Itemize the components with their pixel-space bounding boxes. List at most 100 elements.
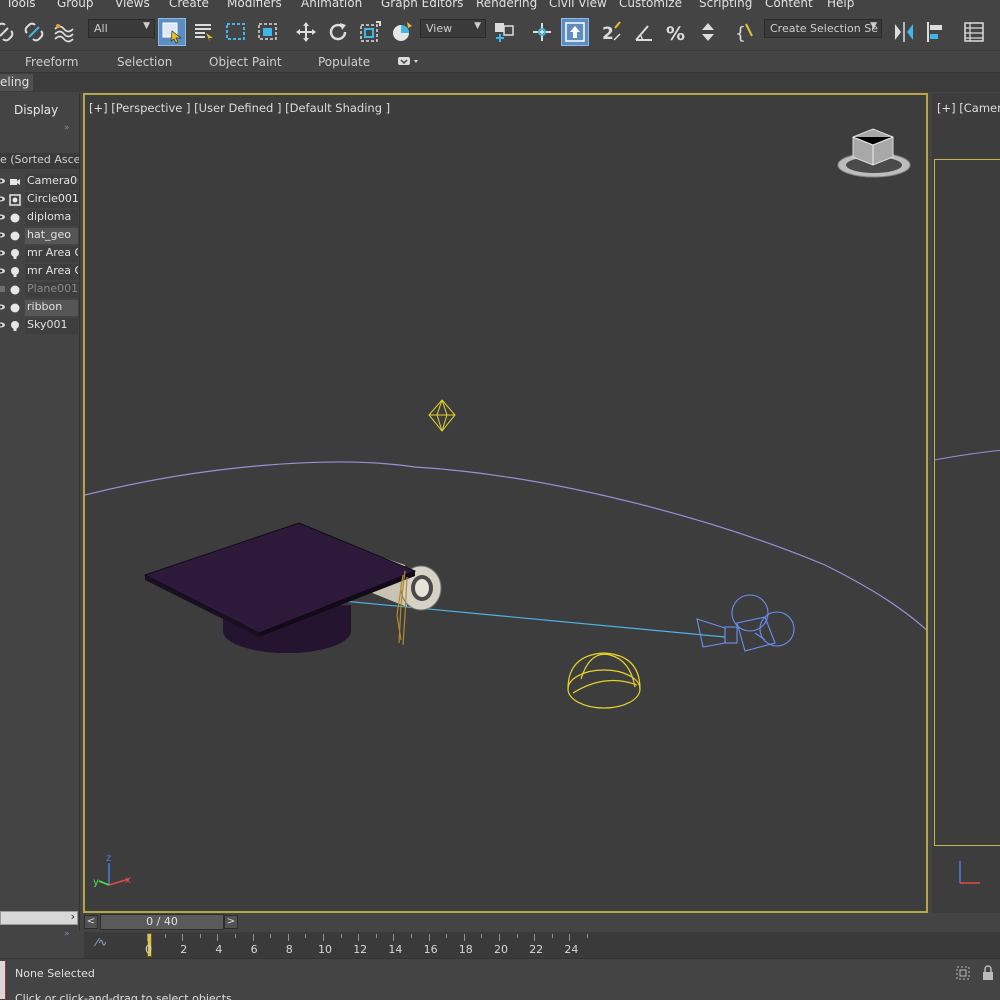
select-place-icon[interactable] [388,18,416,46]
geometry-icon [10,213,20,223]
camera-viewport[interactable]: [+] [Camera [932,93,1000,913]
spinner-snap-icon[interactable] [694,18,722,46]
ribbon-options-icon[interactable] [397,55,421,70]
time-prev-button[interactable]: < [84,915,98,929]
eye-icon[interactable] [0,177,5,185]
menu-content[interactable]: Content [765,0,813,10]
menu-tools[interactable]: Tools [6,0,36,10]
menu-views[interactable]: Views [115,0,150,10]
camera-viewport-scene [933,449,1000,884]
menu-scripting[interactable]: Scripting [699,0,752,10]
viewport-label[interactable]: [+] [Perspective ] [User Defined ] [Defa… [89,101,390,115]
window-crossing-icon[interactable] [254,18,282,46]
ribbon-tab-selection[interactable]: Selection [117,55,172,69]
menu-help[interactable]: Help [827,0,854,10]
ribbon-tab-populate[interactable]: Populate [318,55,370,69]
perspective-viewport[interactable]: z x y [+] [Perspective ] [User Defined ]… [83,93,928,913]
track-tick-minor [199,934,201,938]
scene-item[interactable]: mr Area O [0,263,79,281]
unlink-icon[interactable] [20,18,48,46]
expand-chevron-icon[interactable]: » [64,123,70,133]
reference-coordinate-select[interactable]: View ▼ [420,19,486,38]
eye-icon[interactable] [0,213,5,221]
scene-item[interactable]: Camera00 [0,173,79,191]
scene-item[interactable]: hat_geo [0,227,79,245]
geometry-icon [10,231,20,241]
track-tick [217,934,219,941]
collapse-chevron-icon[interactable]: » [64,929,70,939]
percent-snap-icon[interactable]: % [662,18,690,46]
scene-item-name: hat_geo [25,228,78,244]
link-icon[interactable] [0,18,18,46]
angle-snap-icon[interactable] [630,18,658,46]
scene-item[interactable]: diploma [0,209,79,227]
scene-item[interactable]: ribbon [0,299,79,317]
reference-coordinate-value: View [426,22,453,35]
bind-space-warp-icon[interactable] [50,18,78,46]
column-header-name[interactable]: e (Sorted Ascen [0,153,79,169]
scene-item[interactable]: Sky001 [0,317,79,335]
scene-item[interactable]: mr Area O [0,245,79,263]
time-next-button[interactable]: > [224,915,238,929]
align-icon[interactable] [922,18,950,46]
display-tab[interactable]: Display [14,103,58,117]
track-filter-icon[interactable]: ⁄∿ [96,936,107,949]
eye-icon[interactable] [0,231,5,239]
mirror-icon[interactable] [890,18,918,46]
scene-item[interactable]: Plane001 [0,281,79,299]
rotate-icon[interactable] [324,18,352,46]
isolate-selection-icon[interactable] [955,965,971,984]
scene-item-name: Sky001 [25,318,78,334]
viewport-scene[interactable]: z x y [85,95,928,913]
menu-civil-view[interactable]: Civil View [549,0,607,10]
eye-icon[interactable] [0,321,5,329]
named-selection-set-value: Create Selection Se [770,22,878,35]
track-frame-label: 12 [353,943,368,956]
menu-graph-editors[interactable]: Graph Editors [381,0,463,10]
explorer-horizontal-scrollbar[interactable]: › [0,910,78,925]
track-frame-label: 8 [285,943,293,956]
rectangular-selection-icon[interactable] [222,18,250,46]
scale-icon[interactable] [356,18,384,46]
menu-animation[interactable]: Animation [301,0,362,10]
layer-explorer-icon[interactable] [960,18,988,46]
selection-filter-value: All [94,22,108,35]
track-tick-minor [340,934,342,938]
menu-customize[interactable]: Customize [619,0,682,10]
geometry-icon [10,285,20,295]
hidden-eye-icon[interactable] [0,285,5,293]
menu-rendering[interactable]: Rendering [476,0,537,10]
selection-lock-icon[interactable] [982,965,994,984]
viewcube-icon [837,128,911,178]
scene-item[interactable]: Circle001 [0,191,79,209]
eye-icon[interactable] [0,195,5,203]
track-frame-label: 6 [250,943,258,956]
menu-group[interactable]: Group [57,0,94,10]
select-by-name-icon[interactable] [190,18,218,46]
light-bulb-icon [11,321,19,331]
snaps-toggle-icon[interactable]: 2 [598,18,626,46]
track-bar[interactable]: ⁄∿ 0 2 4 6 8 10 12 14 16 18 20 22 24 [84,932,1000,958]
track-tick [287,934,289,941]
ribbon-tab-object-paint[interactable]: Object Paint [209,55,282,69]
scroll-right-icon[interactable]: › [71,910,75,923]
named-selection-set-select[interactable]: Create Selection Se ▼ [764,19,882,38]
time-slider[interactable]: 0 / 40 [100,914,224,930]
eye-icon[interactable] [0,249,5,257]
maxscript-listener-icon[interactable] [0,961,6,999]
pivot-center-icon[interactable] [490,18,518,46]
ribbon-tab-freeform[interactable]: Freeform [25,55,78,69]
track-frame-label: 18 [458,943,473,956]
eye-icon[interactable] [0,303,5,311]
eye-icon[interactable] [0,267,5,275]
manipulate-icon[interactable] [528,18,556,46]
selection-filter-select[interactable]: All ▼ [88,19,155,38]
menu-modifiers[interactable]: Modifiers [227,0,282,10]
edit-named-selection-icon[interactable]: { [732,18,760,46]
select-object-icon[interactable] [158,18,186,46]
move-icon[interactable] [292,18,320,46]
track-tick-minor [446,934,448,938]
menu-create[interactable]: Create [169,0,209,10]
keyboard-shortcut-override-icon[interactable] [561,18,589,46]
ribbon-subtab-modeling[interactable]: eling [0,74,34,91]
